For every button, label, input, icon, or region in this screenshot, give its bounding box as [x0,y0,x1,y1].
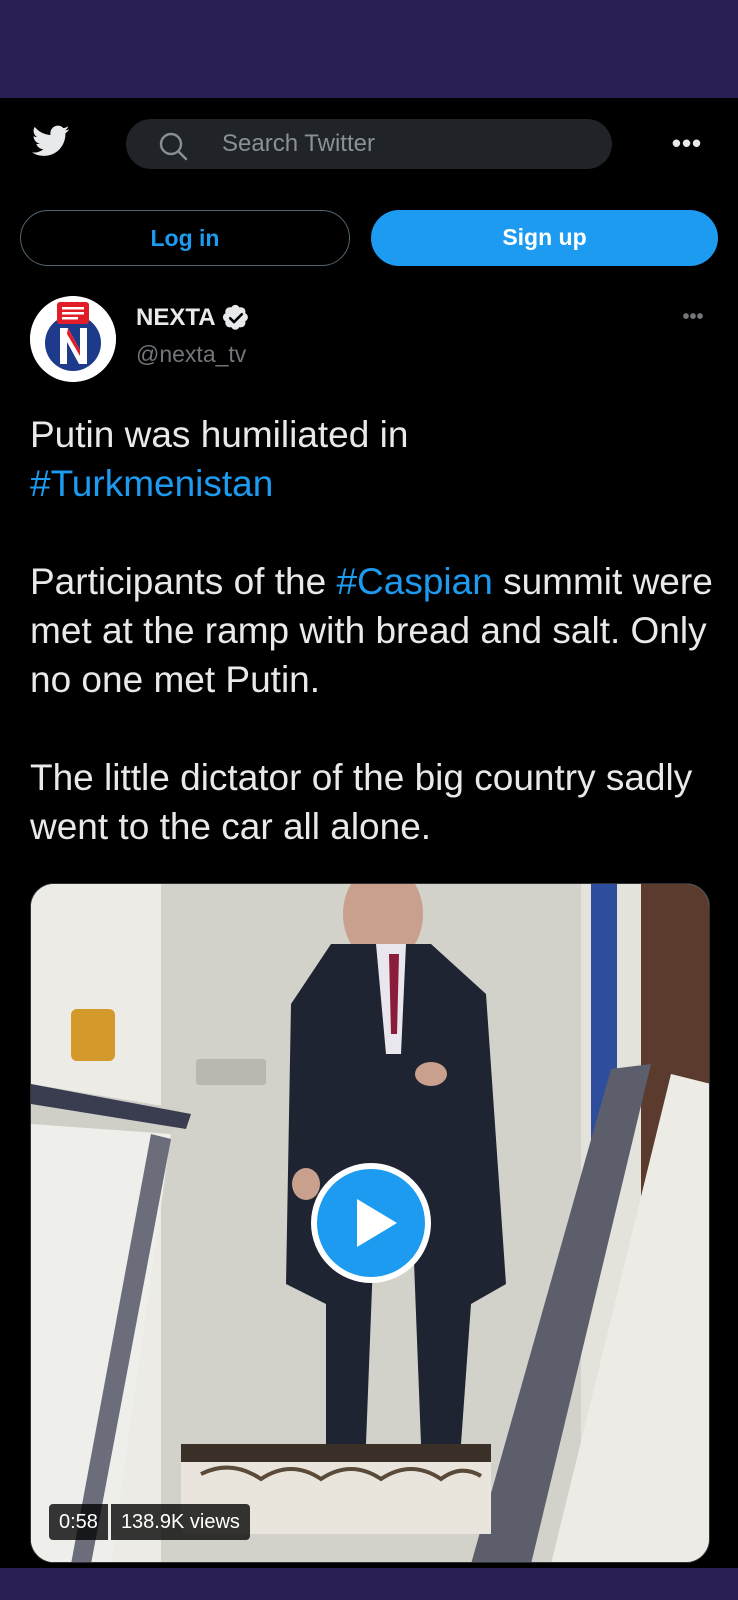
hashtag-caspian[interactable]: #Caspian [336,561,492,602]
video-player[interactable]: 0:58 138.9K views [30,883,710,1563]
top-navigation: ••• [0,98,738,190]
author-handle[interactable]: @nexta_tv [136,341,246,368]
tweet-paragraph-1: Putin was humiliated in #Turkmenistan [30,414,409,504]
status-bar [0,0,738,98]
signup-button[interactable]: Sign up [371,210,718,266]
author-name-text[interactable]: NEXTA [136,304,216,332]
twitter-bird-icon[interactable] [28,122,74,160]
play-icon[interactable] [309,1161,433,1285]
video-views: 138.9K views [110,1504,250,1540]
tweet-paragraph-2: Participants of the #Caspian summit were… [30,561,713,700]
tweet-more-icon[interactable]: ••• [676,307,710,330]
login-button[interactable]: Log in [20,210,350,266]
hashtag-turkmenistan[interactable]: #Turkmenistan [30,463,273,504]
search-bar[interactable] [126,119,612,169]
nexta-logo-icon [30,296,116,382]
tweet-paragraph-3: The little dictator of the big country s… [30,757,693,847]
search-icon [159,132,188,161]
video-info-badges: 0:58 138.9K views [49,1504,250,1540]
search-input[interactable] [222,119,582,169]
tweet-text: Putin was humiliated in #Turkmenistan Pa… [30,410,720,851]
bottom-bar [0,1568,738,1600]
more-options-icon[interactable]: ••• [670,128,704,158]
video-duration: 0:58 [49,1504,108,1540]
verified-badge-icon [222,304,248,330]
avatar[interactable] [30,296,116,382]
author-name[interactable]: NEXTA [136,304,250,332]
